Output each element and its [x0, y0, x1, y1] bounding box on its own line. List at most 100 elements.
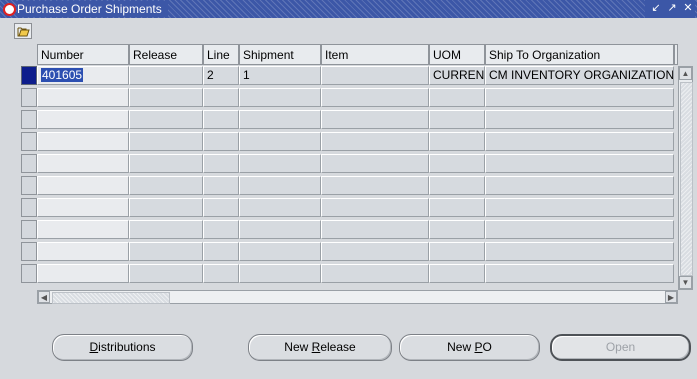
- cell-ship-to-organization[interactable]: [485, 88, 674, 107]
- scroll-right-icon[interactable]: ▶: [665, 291, 677, 303]
- cell-line[interactable]: [203, 176, 239, 195]
- column-header-uom[interactable]: UOM: [429, 44, 485, 65]
- cell-uom[interactable]: [429, 110, 485, 129]
- cell-ship-to-organization[interactable]: [485, 198, 674, 217]
- open-button[interactable]: Open: [550, 334, 691, 361]
- cell-item[interactable]: [321, 132, 429, 151]
- cell-ship-to-organization[interactable]: [485, 176, 674, 195]
- cell-line[interactable]: 2: [203, 66, 239, 85]
- scroll-left-icon[interactable]: ◀: [38, 291, 50, 303]
- cell-number[interactable]: [37, 154, 129, 173]
- distributions-button[interactable]: Distributions: [52, 334, 193, 361]
- cell-item[interactable]: [321, 198, 429, 217]
- cell-ship-to-organization[interactable]: CM INVENTORY ORGANIZATION: [485, 66, 674, 85]
- cell-ship-to-organization[interactable]: [485, 220, 674, 239]
- cell-shipment[interactable]: [239, 264, 321, 283]
- cell-line[interactable]: [203, 132, 239, 151]
- column-header-line[interactable]: Line: [203, 44, 239, 65]
- cell-number[interactable]: [37, 242, 129, 261]
- row-indicator[interactable]: [21, 88, 37, 107]
- column-header-number[interactable]: Number: [37, 44, 129, 65]
- cell-shipment[interactable]: [239, 220, 321, 239]
- cell-number[interactable]: [37, 198, 129, 217]
- cell-release[interactable]: [129, 242, 203, 261]
- scroll-down-icon[interactable]: ▼: [679, 276, 692, 289]
- cell-item[interactable]: [321, 66, 429, 85]
- cell-shipment[interactable]: 1: [239, 66, 321, 85]
- maximize-icon[interactable]: ↗: [665, 0, 679, 16]
- column-header-item[interactable]: Item: [321, 44, 429, 65]
- cell-release[interactable]: [129, 220, 203, 239]
- column-header-release[interactable]: Release: [129, 44, 203, 65]
- cell-line[interactable]: [203, 242, 239, 261]
- vertical-scroll-thumb[interactable]: [680, 82, 693, 276]
- cell-uom[interactable]: [429, 154, 485, 173]
- title-bar[interactable]: Purchase Order Shipments ↙ ↗ ✕: [0, 0, 697, 18]
- horizontal-scroll-thumb[interactable]: [52, 292, 170, 304]
- cell-number[interactable]: [37, 176, 129, 195]
- cell-shipment[interactable]: [239, 176, 321, 195]
- row-indicator[interactable]: [21, 132, 37, 151]
- cell-uom[interactable]: [429, 198, 485, 217]
- cell-uom[interactable]: [429, 220, 485, 239]
- cell-number[interactable]: [37, 88, 129, 107]
- cell-shipment[interactable]: [239, 132, 321, 151]
- cell-uom[interactable]: CURREN: [429, 66, 485, 85]
- cell-ship-to-organization[interactable]: [485, 242, 674, 261]
- cell-release[interactable]: [129, 132, 203, 151]
- cell-item[interactable]: [321, 110, 429, 129]
- cell-uom[interactable]: [429, 132, 485, 151]
- cell-release[interactable]: [129, 110, 203, 129]
- cell-uom[interactable]: [429, 264, 485, 283]
- cell-line[interactable]: [203, 154, 239, 173]
- cell-line[interactable]: [203, 110, 239, 129]
- cell-ship-to-organization[interactable]: [485, 154, 674, 173]
- row-indicator[interactable]: [21, 176, 37, 195]
- cell-number[interactable]: [37, 220, 129, 239]
- cell-shipment[interactable]: [239, 110, 321, 129]
- cell-release[interactable]: [129, 66, 203, 85]
- cell-line[interactable]: [203, 88, 239, 107]
- close-icon[interactable]: ✕: [681, 0, 695, 16]
- cell-uom[interactable]: [429, 176, 485, 195]
- cell-number[interactable]: [37, 110, 129, 129]
- cell-item[interactable]: [321, 264, 429, 283]
- scroll-up-icon[interactable]: ▲: [679, 67, 692, 80]
- row-indicator[interactable]: [21, 264, 37, 283]
- cell-ship-to-organization[interactable]: [485, 132, 674, 151]
- cell-release[interactable]: [129, 154, 203, 173]
- cell-number[interactable]: [37, 264, 129, 283]
- row-indicator[interactable]: [21, 198, 37, 217]
- horizontal-scrollbar[interactable]: ◀ ▶: [37, 290, 678, 304]
- cell-item[interactable]: [321, 220, 429, 239]
- cell-shipment[interactable]: [239, 154, 321, 173]
- column-header-ship-to-organization[interactable]: Ship To Organization: [485, 44, 674, 65]
- cell-release[interactable]: [129, 176, 203, 195]
- row-indicator[interactable]: [21, 66, 37, 85]
- minimize-icon[interactable]: ↙: [649, 0, 663, 16]
- cell-number[interactable]: [37, 132, 129, 151]
- new-release-button[interactable]: New Release: [248, 334, 392, 361]
- cell-release[interactable]: [129, 198, 203, 217]
- cell-uom[interactable]: [429, 242, 485, 261]
- cell-ship-to-organization[interactable]: [485, 110, 674, 129]
- vertical-scrollbar[interactable]: ▲ ▼: [678, 66, 693, 290]
- folder-open-button[interactable]: [14, 23, 32, 39]
- cell-item[interactable]: [321, 242, 429, 261]
- row-indicator[interactable]: [21, 110, 37, 129]
- cell-uom[interactable]: [429, 88, 485, 107]
- cell-number[interactable]: 401605: [37, 66, 129, 85]
- cell-shipment[interactable]: [239, 242, 321, 261]
- cell-shipment[interactable]: [239, 198, 321, 217]
- cell-item[interactable]: [321, 154, 429, 173]
- cell-release[interactable]: [129, 88, 203, 107]
- row-indicator[interactable]: [21, 154, 37, 173]
- cell-line[interactable]: [203, 264, 239, 283]
- cell-shipment[interactable]: [239, 88, 321, 107]
- cell-item[interactable]: [321, 176, 429, 195]
- cell-ship-to-organization[interactable]: [485, 264, 674, 283]
- column-header-shipment[interactable]: Shipment: [239, 44, 321, 65]
- cell-release[interactable]: [129, 264, 203, 283]
- row-indicator[interactable]: [21, 242, 37, 261]
- row-indicator[interactable]: [21, 220, 37, 239]
